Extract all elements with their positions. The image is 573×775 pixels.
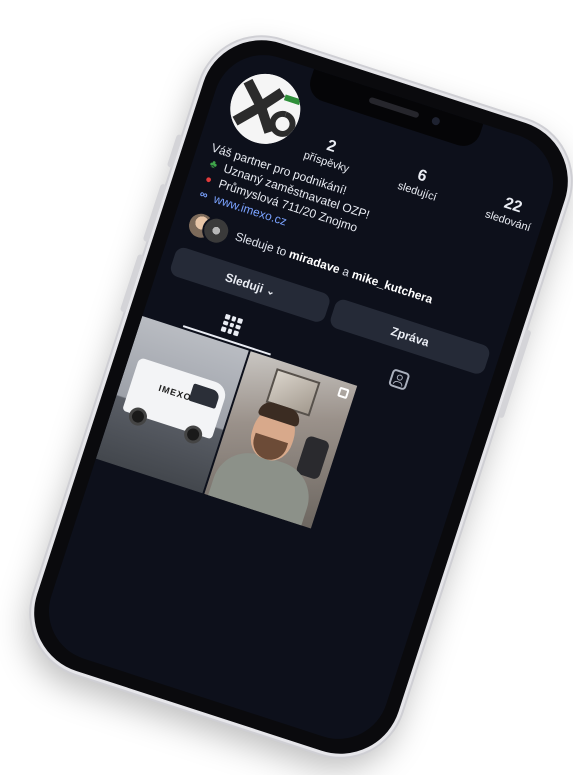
tagged-icon — [387, 368, 411, 391]
followed-by-user-1: miradave — [287, 246, 342, 277]
followed-by-prefix: Sleduje to — [233, 229, 289, 260]
followed-by-avatars — [183, 208, 234, 249]
front-camera — [430, 116, 441, 127]
phone-device: imexo.cz 2 příspěvky 6 sledující 22 sled… — [14, 20, 573, 774]
speaker — [368, 96, 420, 119]
mute-switch — [166, 133, 183, 169]
phone-screen: imexo.cz 2 příspěvky 6 sledující 22 sled… — [35, 42, 567, 752]
chevron-down-icon: ⌄ — [265, 284, 277, 299]
volume-up-button — [142, 183, 167, 243]
following-count[interactable]: 22 sledování — [484, 190, 538, 235]
following-button-label: Sleduji — [223, 270, 266, 296]
profile-avatar[interactable] — [221, 64, 310, 153]
message-button-label: Zpráva — [389, 323, 431, 350]
followers-count[interactable]: 6 sledující — [396, 162, 444, 204]
carousel-icon — [337, 386, 350, 400]
posts-count[interactable]: 2 příspěvky — [302, 131, 356, 175]
link-icon: ∞ — [198, 188, 210, 202]
imexo-logo-icon — [230, 73, 301, 144]
followed-by-connector: a — [340, 264, 352, 280]
volume-down-button — [119, 253, 145, 313]
grid-icon — [220, 313, 244, 337]
